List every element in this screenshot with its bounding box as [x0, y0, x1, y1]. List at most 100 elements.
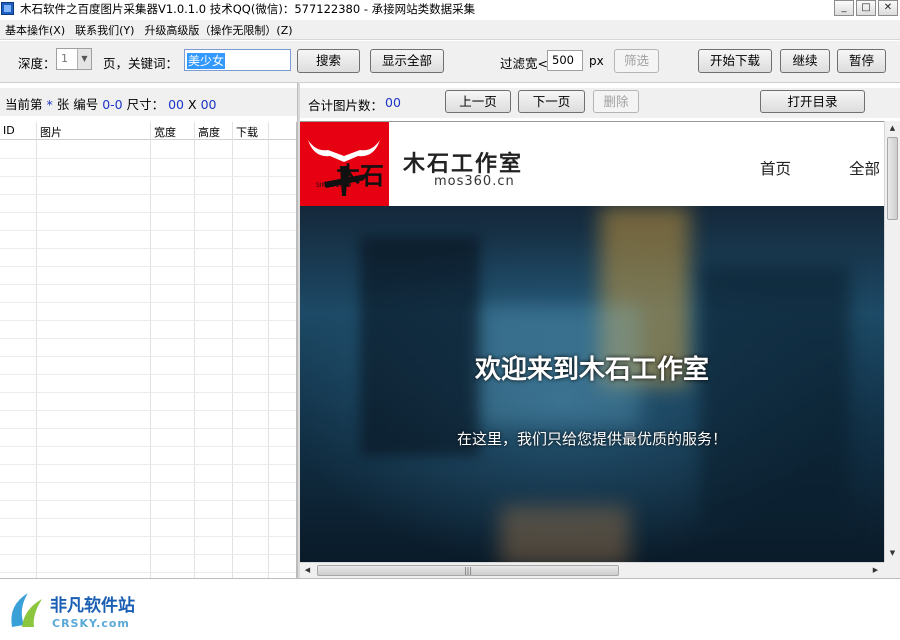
menu-contact-us[interactable]: 联系我们(Y): [75, 22, 134, 38]
height-value: 00: [200, 97, 217, 112]
window-controls: _ □ ✕: [834, 0, 898, 16]
brand-url: mos360.cn: [434, 174, 515, 189]
open-directory-button[interactable]: 打开目录: [760, 90, 865, 113]
keyword-input[interactable]: 美少女: [184, 49, 291, 71]
table-row-line: [0, 230, 296, 231]
search-button[interactable]: 搜索: [297, 49, 360, 73]
toolbar: 深度： 1 ▼ 页，关键词： 美少女 搜索 显示全部 过滤宽< 500 px 筛…: [0, 41, 900, 83]
site-logo[interactable]: 木石 SINCE 2009: [300, 122, 389, 206]
maximize-button[interactable]: □: [856, 0, 876, 16]
scroll-corner: [884, 562, 900, 578]
prev-page-button[interactable]: 上一页: [445, 90, 511, 113]
web-browser-view[interactable]: 木石 SINCE 2009 木石工作室 mos360.cn 首页 全部 欢迎来到…: [300, 121, 884, 562]
table-row-line: [0, 392, 296, 393]
filter-width-input[interactable]: 500: [547, 50, 583, 71]
hero-shape: [360, 236, 480, 456]
keyword-value: 美少女: [187, 53, 226, 69]
table-row-line: [0, 320, 296, 321]
hero-banner: 欢迎来到木石工作室 在这里，我们只给您提供最优质的服务！: [300, 206, 884, 562]
column-divider: [150, 122, 151, 578]
show-all-button[interactable]: 显示全部: [370, 49, 444, 73]
close-button[interactable]: ✕: [878, 0, 898, 16]
table-row-line: [0, 446, 296, 447]
scroll-left-icon[interactable]: ◀: [300, 563, 315, 578]
nav-all[interactable]: 全部: [849, 157, 880, 179]
watermark-domain: CRSKY.com: [52, 617, 130, 630]
table-row-line: [0, 212, 296, 213]
start-download-button[interactable]: 开始下载: [698, 49, 772, 73]
table-row-line: [0, 374, 296, 375]
hero-shape: [500, 506, 630, 562]
table-row-line: [0, 284, 296, 285]
logo-since: SINCE 2009: [316, 182, 352, 189]
hero-shape: [700, 266, 850, 526]
table-row-line: [0, 464, 296, 465]
table-row-line: [0, 248, 296, 249]
keyword-label: 页，关键词：: [103, 56, 179, 71]
table-row-line: [0, 176, 296, 177]
hero-title: 欢迎来到木石工作室: [474, 355, 709, 385]
table-row-line: [0, 554, 296, 555]
menu-basic-operations[interactable]: 基本操作(X): [5, 22, 65, 38]
app-icon: [1, 2, 14, 15]
vertical-scrollbar[interactable]: ▲ ▼: [884, 121, 900, 562]
table-row-line: [0, 356, 296, 357]
depth-label: 深度：: [18, 56, 56, 71]
table-row-line: [0, 518, 296, 519]
current-value: *: [46, 97, 53, 112]
width-value: 00: [168, 97, 185, 112]
table-row-line: [0, 572, 296, 573]
table-row-line: [0, 482, 296, 483]
chevron-down-icon[interactable]: ▼: [77, 49, 91, 69]
table-row-line: [0, 194, 296, 195]
column-divider: [232, 122, 233, 578]
hero-subtitle: 在这里，我们只给您提供最优质的服务！: [456, 430, 727, 448]
menu-upgrade[interactable]: 升级高级版（操作无限制）(Z): [144, 22, 292, 38]
vertical-scroll-thumb[interactable]: [887, 137, 898, 220]
continue-button[interactable]: 继续: [780, 49, 830, 73]
watermark-logo-icon: [11, 593, 42, 627]
image-info-bar: 当前第 * 张 编号 0-0 尺寸： 00 X 00: [0, 88, 298, 116]
horizontal-scroll-thumb[interactable]: |||: [317, 565, 619, 576]
site-header: 木石 SINCE 2009 木石工作室 mos360.cn 首页 全部: [300, 122, 884, 206]
horizontal-scrollbar[interactable]: ◀ ||| ▶: [300, 562, 884, 578]
number-value: 0-0: [102, 97, 123, 112]
watermark: 非凡软件站 CRSKY.com: [6, 587, 144, 637]
total-label: 合计图片数：: [308, 98, 384, 113]
browser-info-bar: 合计图片数： 00 上一页 下一页 删除 打开目录: [300, 88, 900, 118]
minimize-button[interactable]: _: [834, 0, 854, 16]
image-list-table[interactable]: ID 图片 宽度 高度 下载: [0, 122, 297, 578]
next-page-button[interactable]: 下一页: [518, 90, 585, 113]
table-row-line: [0, 428, 296, 429]
x-label: X: [188, 97, 197, 112]
scroll-down-icon[interactable]: ▼: [885, 546, 900, 561]
column-divider: [36, 122, 37, 578]
delete-button[interactable]: 删除: [593, 90, 639, 113]
table-row-line: [0, 410, 296, 411]
table-row-line: [0, 266, 296, 267]
column-header-download[interactable]: 下载: [236, 124, 258, 140]
table-row-line: [0, 500, 296, 501]
size-label: 尺寸：: [126, 97, 165, 112]
column-divider: [268, 122, 269, 578]
column-header-width[interactable]: 宽度: [154, 124, 176, 140]
column-header-height[interactable]: 高度: [198, 124, 220, 140]
scroll-up-icon[interactable]: ▲: [885, 121, 900, 136]
column-divider: [194, 122, 195, 578]
table-row-line: [0, 158, 296, 159]
watermark-name: 非凡软件站: [50, 596, 135, 616]
filter-button[interactable]: 筛选: [614, 49, 659, 73]
filter-unit: px: [589, 54, 604, 68]
total-value: 00: [385, 95, 401, 110]
title-bar: 木石软件之百度图片采集器V1.0.1.0 技术QQ(微信)：577122380 …: [0, 0, 900, 18]
nav-home[interactable]: 首页: [760, 157, 791, 179]
current-label: 当前第: [5, 97, 43, 112]
column-header-id[interactable]: ID: [3, 124, 15, 137]
table-row-line: [0, 536, 296, 537]
table-row-line: [0, 302, 296, 303]
filter-label: 过滤宽<: [500, 56, 548, 71]
menu-bar: 基本操作(X) 联系我们(Y) 升级高级版（操作无限制）(Z): [0, 20, 900, 40]
pause-button[interactable]: 暂停: [837, 49, 886, 73]
column-header-image[interactable]: 图片: [40, 124, 62, 140]
scroll-right-icon[interactable]: ▶: [868, 563, 883, 578]
